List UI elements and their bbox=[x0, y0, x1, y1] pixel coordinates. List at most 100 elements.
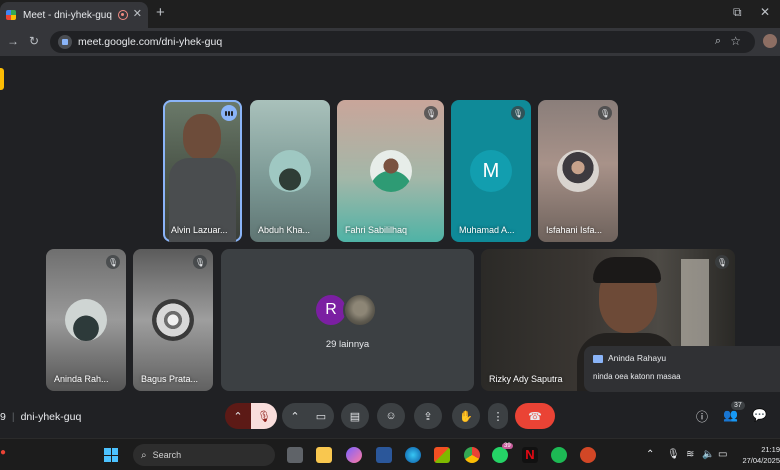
clock-time: 21:19 bbox=[761, 445, 780, 454]
taskbar-search[interactable]: ⌕ Search bbox=[133, 444, 275, 466]
participant-tile[interactable]: 🎙 Aninda Rah... bbox=[46, 249, 126, 391]
reactions-button[interactable]: ☺ bbox=[377, 403, 405, 429]
hand-icon: ✋ bbox=[459, 410, 473, 423]
task-view-icon[interactable] bbox=[287, 447, 303, 463]
start-button[interactable] bbox=[104, 448, 118, 462]
meeting-code: 9 | dni-yhek-guq bbox=[0, 411, 81, 423]
participant-tile[interactable]: 🎙 Fahri Sabililhaq bbox=[337, 100, 444, 242]
other-participants-count: 29 lainnya bbox=[325, 339, 370, 350]
participant-name: Bagus Prata... bbox=[141, 374, 199, 384]
participant-name: Rizky Ady Saputra bbox=[489, 374, 563, 384]
mic-off-icon: 🎙 bbox=[598, 106, 612, 120]
microphone-icon[interactable]: 🎙 bbox=[667, 449, 680, 460]
participant-avatar bbox=[269, 150, 311, 192]
bookmark-star-icon[interactable]: ☆ bbox=[730, 34, 741, 48]
copilot-icon[interactable] bbox=[346, 447, 362, 463]
participant-video-hair bbox=[593, 257, 661, 283]
search-placeholder: Search bbox=[152, 450, 182, 460]
present-screen-button[interactable]: ⇪ bbox=[414, 403, 442, 429]
clock-date: 27/04/2025 bbox=[742, 456, 780, 465]
restore-window-icon[interactable]: ⧉ bbox=[733, 5, 742, 20]
chevron-up-icon: ⌃ bbox=[290, 410, 300, 423]
browser-tab-meet[interactable]: Meet - dni-yhek-guq ✕ bbox=[0, 2, 148, 28]
meeting-controls-bar: 9 | dni-yhek-guq ⌃ 🎙 ⌃ ▭ ▤ ☺ ⇪ ✋ ⋮ ☎ ⓘ 👥 3… bbox=[0, 400, 780, 438]
raise-hand-button[interactable]: ✋ bbox=[452, 403, 480, 429]
chevron-up-icon: ⌃ bbox=[233, 410, 243, 423]
edge-icon[interactable] bbox=[405, 447, 421, 463]
participant-name: Abduh Kha... bbox=[258, 225, 311, 235]
chrome-icon[interactable] bbox=[464, 447, 480, 463]
mic-toggle-button[interactable]: 🎙 bbox=[251, 403, 277, 429]
participant-tile[interactable]: Abduh Kha... bbox=[250, 100, 330, 242]
video-options-button[interactable]: ⌃ bbox=[282, 403, 308, 429]
volume-icon[interactable]: 🔈 bbox=[702, 449, 714, 460]
camera-toggle-button[interactable]: ▭ bbox=[308, 403, 334, 429]
netflix-icon[interactable]: N bbox=[522, 447, 538, 463]
spotify-icon[interactable] bbox=[551, 447, 567, 463]
wifi-icon[interactable]: ≋ bbox=[686, 449, 694, 460]
new-tab-button[interactable]: + bbox=[156, 4, 165, 21]
other-participants-tile[interactable]: R 29 lainnya bbox=[221, 249, 474, 391]
meeting-details-icon[interactable]: ⓘ bbox=[696, 408, 708, 425]
profile-avatar[interactable] bbox=[763, 34, 777, 48]
mic-off-icon: 🎙 bbox=[257, 410, 271, 423]
participant-tile[interactable]: M 🎙 Muhamad A... bbox=[451, 100, 531, 242]
activity-indicator[interactable] bbox=[0, 68, 4, 90]
address-bar-row: → ↻ meet.google.com/dni-yhek-guq ⌕ ☆ bbox=[0, 28, 780, 56]
url-field[interactable]: meet.google.com/dni-yhek-guq ⌕ ☆ bbox=[50, 31, 755, 53]
chevron-up-icon[interactable]: ⌃ bbox=[646, 449, 654, 460]
mic-off-icon: 🎙 bbox=[511, 106, 525, 120]
participant-tile[interactable]: 🎙 Bagus Prata... bbox=[133, 249, 213, 391]
chat-sender: Aninda Rahayu bbox=[608, 353, 667, 363]
participant-initial-avatar: M bbox=[470, 150, 512, 192]
recording-indicator-icon bbox=[118, 10, 128, 20]
participant-name: Fahri Sabililhaq bbox=[345, 225, 408, 235]
camera-icon: ▭ bbox=[315, 410, 327, 423]
participant-name: Aninda Rah... bbox=[54, 374, 109, 384]
meeting-code-separator: | bbox=[11, 411, 15, 423]
word-icon[interactable] bbox=[376, 447, 392, 463]
chat-message-popup[interactable]: Aninda Rahayu ninda oea katonn masaa bbox=[584, 346, 780, 392]
audio-options-button[interactable]: ⌃ bbox=[225, 403, 251, 429]
forward-icon[interactable]: → bbox=[7, 34, 19, 48]
end-call-icon: ☎ bbox=[528, 410, 542, 423]
people-icon[interactable]: 👥 bbox=[723, 408, 738, 422]
system-clock[interactable]: 21:19 27/04/2025 bbox=[738, 444, 780, 466]
chat-bubble-icon bbox=[593, 355, 603, 363]
mic-off-icon: 🎙 bbox=[424, 106, 438, 120]
captions-button[interactable]: ▤ bbox=[341, 403, 369, 429]
file-explorer-icon[interactable] bbox=[316, 447, 332, 463]
participant-video-face bbox=[183, 114, 221, 160]
meeting-stage: Alvin Lazuar... Abduh Kha... 🎙 Fahri Sab… bbox=[0, 56, 780, 438]
close-window-icon[interactable]: ✕ bbox=[760, 5, 770, 19]
leave-call-button[interactable]: ☎ bbox=[515, 403, 555, 429]
battery-icon[interactable]: ▭ bbox=[718, 449, 727, 460]
participant-tile[interactable]: Alvin Lazuar... bbox=[163, 100, 242, 242]
meet-favicon-icon bbox=[6, 10, 16, 20]
participant-tile[interactable]: 🎙 Isfahani Isfa... bbox=[538, 100, 618, 242]
whatsapp-icon[interactable] bbox=[492, 447, 508, 463]
speaking-indicator-icon bbox=[221, 105, 237, 121]
store-icon[interactable] bbox=[434, 447, 450, 463]
tab-title: Meet - dni-yhek-guq bbox=[23, 9, 112, 21]
more-vert-icon: ⋮ bbox=[492, 410, 504, 423]
meeting-code-text: dni-yhek-guq bbox=[20, 411, 82, 423]
mic-off-icon: 🎙 bbox=[106, 255, 120, 269]
zoom-icon[interactable]: ⌕ bbox=[715, 35, 721, 48]
reload-icon[interactable]: ↻ bbox=[29, 34, 39, 48]
participant-avatar bbox=[152, 299, 194, 341]
mic-off-icon: 🎙 bbox=[715, 255, 729, 269]
weather-widget-icon[interactable]: ● bbox=[0, 447, 6, 458]
captions-icon: ▤ bbox=[349, 410, 361, 423]
chat-icon[interactable]: 💬 bbox=[752, 408, 767, 422]
participant-avatar bbox=[65, 299, 107, 341]
more-options-button[interactable]: ⋮ bbox=[488, 403, 508, 429]
participant-name: Alvin Lazuar... bbox=[171, 225, 228, 235]
participant-video-window bbox=[681, 259, 709, 349]
powerpoint-icon[interactable] bbox=[580, 447, 596, 463]
present-icon: ⇪ bbox=[423, 410, 433, 423]
site-info-icon[interactable] bbox=[58, 35, 72, 49]
people-count-badge: 37 bbox=[731, 401, 745, 410]
participant-name: Isfahani Isfa... bbox=[546, 225, 603, 235]
close-tab-icon[interactable]: ✕ bbox=[133, 7, 142, 20]
